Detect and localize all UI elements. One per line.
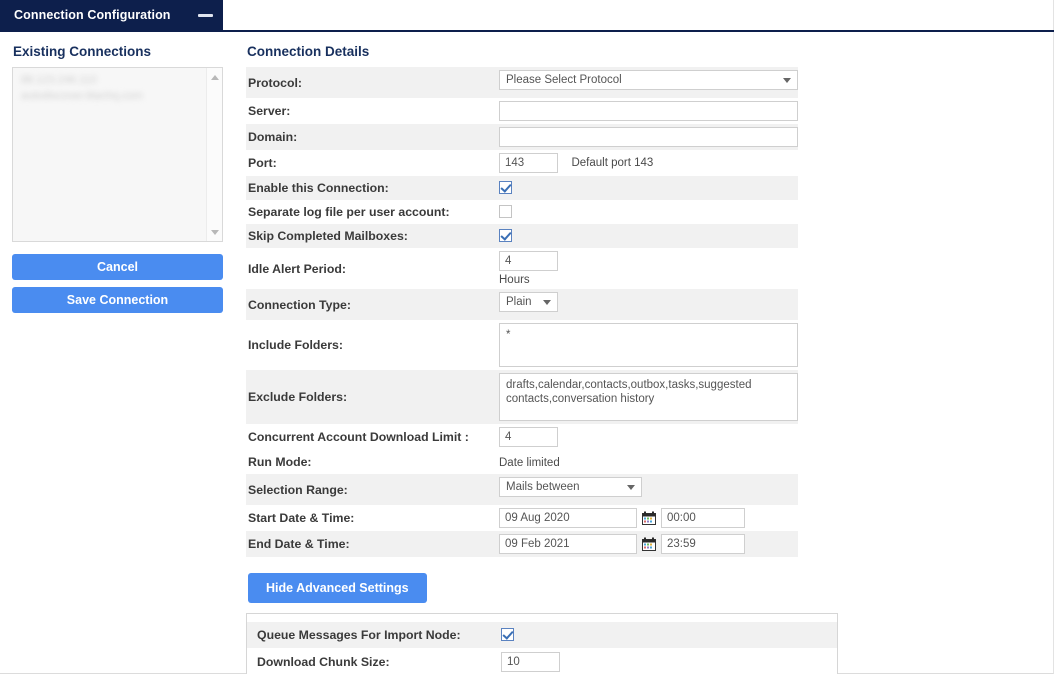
- chevron-down-icon: [783, 78, 791, 83]
- list-scrollbar[interactable]: [206, 68, 222, 241]
- list-item[interactable]: autodiscover.titanhq.com: [13, 87, 222, 103]
- form-row-domain: Domain:: [246, 124, 798, 150]
- list-item[interactable]: 88.123.246.110: [13, 68, 222, 87]
- concurrent-limit-input[interactable]: [499, 427, 558, 447]
- advanced-settings-form: Queue Messages For Import Node: Download…: [247, 622, 837, 674]
- start-date-label: Start Date & Time:: [248, 511, 355, 525]
- chunk-size-label: Download Chunk Size:: [257, 655, 390, 669]
- idle-alert-label: Idle Alert Period:: [248, 261, 346, 276]
- window-titlebar: Connection Configuration: [0, 0, 223, 30]
- calendar-icon[interactable]: [642, 537, 656, 551]
- form-row-port: Port: Default port 143: [246, 150, 798, 176]
- connection-details-form: Protocol: Please Select Protocol Server:…: [246, 67, 798, 557]
- form-row-run-mode: Run Mode: Date limited: [246, 450, 798, 474]
- scroll-up-icon[interactable]: [207, 69, 222, 85]
- port-label: Port:: [248, 156, 277, 170]
- start-time-input[interactable]: [661, 508, 745, 528]
- enable-connection-label: Enable this Connection:: [248, 181, 389, 195]
- connection-type-label: Connection Type:: [248, 297, 351, 312]
- calendar-icon[interactable]: [642, 511, 656, 525]
- form-row-server: Server:: [246, 98, 798, 124]
- skip-completed-checkbox[interactable]: [499, 229, 512, 243]
- connection-details-heading: Connection Details: [247, 44, 370, 59]
- exclude-folders-label: Exclude Folders:: [248, 390, 348, 404]
- form-row-start-date: Start Date & Time:: [246, 505, 798, 531]
- port-input[interactable]: [499, 153, 558, 173]
- domain-input[interactable]: [499, 127, 798, 147]
- connection-type-value: Plain: [506, 296, 532, 308]
- start-date-input[interactable]: [499, 508, 637, 528]
- protocol-select[interactable]: Please Select Protocol: [499, 70, 798, 90]
- existing-connections-heading: Existing Connections: [13, 44, 152, 59]
- cancel-button[interactable]: Cancel: [12, 254, 223, 280]
- form-row-skip-completed: Skip Completed Mailboxes:: [246, 224, 798, 248]
- exclude-folders-textarea[interactable]: drafts,calendar,contacts,outbox,tasks,su…: [499, 373, 798, 421]
- form-row-separate-log: Separate log file per user account:: [246, 200, 798, 224]
- queue-messages-label: Queue Messages For Import Node:: [257, 628, 461, 642]
- server-label: Server:: [248, 104, 291, 118]
- existing-connections-panel: Existing Connections 88.123.246.110 auto…: [12, 44, 224, 313]
- form-row-concurrent-limit: Concurrent Account Download Limit :: [246, 424, 798, 450]
- save-connection-button[interactable]: Save Connection: [12, 287, 223, 313]
- separate-log-checkbox[interactable]: [499, 205, 512, 219]
- scroll-down-icon[interactable]: [207, 224, 222, 240]
- include-folders-label: Include Folders:: [248, 338, 343, 352]
- separate-log-label: Separate log file per user account:: [248, 205, 450, 219]
- enable-connection-checkbox[interactable]: [499, 181, 512, 195]
- idle-alert-unit: Hours: [499, 274, 530, 286]
- idle-alert-input[interactable]: [499, 251, 558, 271]
- chevron-down-icon: [543, 300, 551, 305]
- protocol-label: Protocol:: [248, 75, 302, 90]
- form-row-idle-alert: Idle Alert Period: Hours: [246, 248, 798, 289]
- connection-details-panel: Connection Details Protocol: Please Sele…: [246, 44, 1046, 674]
- minimize-icon[interactable]: [198, 13, 213, 17]
- end-time-input[interactable]: [661, 534, 745, 554]
- run-mode-value: Date limited: [499, 457, 560, 469]
- port-hint: Default port 143: [571, 157, 654, 169]
- form-row-selection-range: Selection Range: Mails between: [246, 474, 798, 505]
- connection-type-select[interactable]: Plain: [499, 292, 558, 312]
- chunk-size-input[interactable]: [501, 652, 560, 672]
- end-date-input[interactable]: [499, 534, 637, 554]
- form-row-include-folders: Include Folders: *: [246, 320, 798, 370]
- form-row-enable-connection: Enable this Connection:: [246, 176, 798, 200]
- skip-completed-label: Skip Completed Mailboxes:: [248, 229, 408, 243]
- connection-configuration-page: Connection Configuration Existing Connec…: [0, 0, 1054, 674]
- protocol-value: Please Select Protocol: [506, 74, 622, 86]
- chevron-down-icon: [627, 485, 635, 490]
- include-folders-textarea[interactable]: *: [499, 323, 798, 367]
- selection-range-value: Mails between: [506, 481, 580, 493]
- window-title: Connection Configuration: [14, 8, 171, 22]
- adv-row-chunk-size: Download Chunk Size:: [247, 648, 837, 674]
- selection-range-label: Selection Range:: [248, 482, 348, 497]
- adv-row-queue-messages: Queue Messages For Import Node:: [247, 622, 837, 648]
- queue-messages-checkbox[interactable]: [501, 628, 514, 642]
- hide-advanced-settings-button[interactable]: Hide Advanced Settings: [248, 573, 427, 603]
- concurrent-limit-label: Concurrent Account Download Limit :: [248, 430, 469, 444]
- existing-connections-list[interactable]: 88.123.246.110 autodiscover.titanhq.com: [12, 67, 223, 242]
- form-row-exclude-folders: Exclude Folders: drafts,calendar,contact…: [246, 370, 798, 424]
- server-input[interactable]: [499, 101, 798, 121]
- titlebar-underline: [0, 30, 1054, 32]
- run-mode-label: Run Mode:: [248, 455, 312, 469]
- end-date-label: End Date & Time:: [248, 537, 350, 551]
- selection-range-select[interactable]: Mails between: [499, 477, 642, 497]
- form-row-protocol: Protocol: Please Select Protocol: [246, 67, 798, 98]
- domain-label: Domain:: [248, 130, 298, 144]
- form-row-connection-type: Connection Type: Plain: [246, 289, 798, 320]
- form-row-end-date: End Date & Time:: [246, 531, 798, 557]
- advanced-settings-panel: Queue Messages For Import Node: Download…: [246, 613, 838, 674]
